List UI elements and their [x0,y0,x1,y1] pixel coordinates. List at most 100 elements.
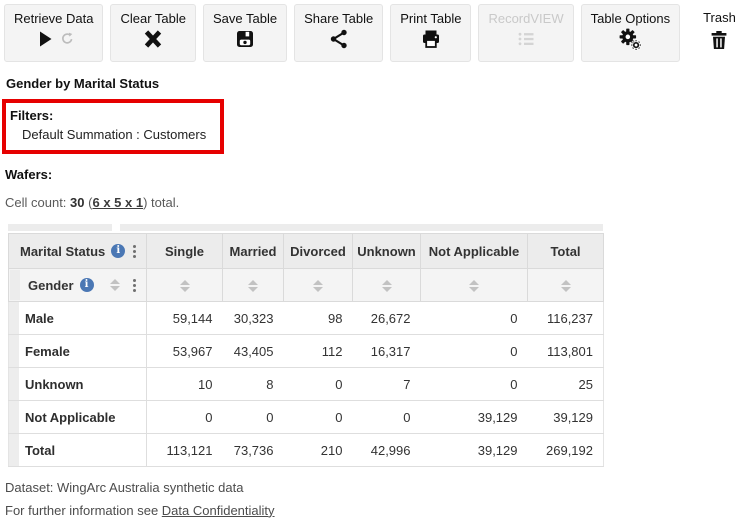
cell-unknown-total: 25 [527,367,604,401]
cell-unknown-single: 10 [146,367,223,401]
cell-unknown-divorced: 0 [283,367,353,401]
retrieve-data-button[interactable]: Retrieve Data [4,4,104,62]
toolbar: Retrieve Data Clear Table Save Table Sha… [0,0,741,62]
cell-total-not-applicable: 39,129 [420,433,528,467]
row-label: Male [25,310,54,326]
cell-female-single: 53,967 [146,334,223,368]
table-row-total: Total 113,121 73,736 210 42,996 39,129 2… [8,433,604,467]
save-table-label: Save Table [213,11,278,26]
dataset-note: Dataset: WingArc Australia synthetic dat… [5,480,244,495]
share-table-button[interactable]: Share Table [294,4,384,62]
filters-value: Default Summation : Customers [22,127,207,142]
trash-label: Trash [703,10,736,25]
trash-button[interactable]: Trash [699,4,740,62]
cell-female-married: 43,405 [222,334,284,368]
table-row-female: Female 53,967 43,405 112 16,317 0 113,80… [8,334,604,368]
sort-married[interactable] [248,280,258,293]
clear-table-label: Clear Table [120,11,187,26]
cell-count-value: 30 [70,195,85,210]
print-table-label: Print Table [400,11,462,26]
cell-male-unknown: 26,672 [352,301,421,335]
share-table-label: Share Table [304,11,374,26]
row-label: Female [25,343,70,359]
cell-na-total: 39,129 [527,400,604,434]
recordview-button: RecordVIEW [478,4,574,62]
row-dimension-title: Gender [28,277,74,293]
table-row-unknown: Unknown 10 8 0 7 0 25 [8,367,604,401]
footer: Dataset: WingArc Australia synthetic dat… [5,477,741,523]
data-confidentiality-link[interactable]: Data Confidentiality [162,503,275,518]
gender-sort-control[interactable] [110,279,120,291]
filters-highlight-box: Filters: Default Summation : Customers [2,99,225,154]
column-header-total: Total [527,233,604,269]
cell-male-divorced: 98 [283,301,353,335]
column-header-unknown: Unknown [352,233,421,269]
col-dimension-title: Marital Status [20,243,106,259]
clear-table-button[interactable]: Clear Table [110,4,197,62]
sort-total[interactable] [560,280,571,293]
cell-female-not-applicable: 0 [420,334,528,368]
gears-icon [617,26,643,55]
retrieve-data-label: Retrieve Data [14,11,94,26]
gender-info-icon[interactable] [79,278,94,292]
share-icon [327,27,351,54]
sort-not-applicable[interactable] [469,280,479,293]
cell-dimensions-link[interactable]: 6 x 5 x 1 [92,195,143,210]
table-options-button[interactable]: Table Options [580,4,681,62]
save-floppy-icon [233,27,257,54]
cell-male-total: 116,237 [527,301,604,335]
cell-unknown-not-applicable: 0 [420,367,528,401]
table-options-label: Table Options [590,11,671,26]
column-header-not-applicable: Not Applicable [420,233,528,269]
cell-male-married: 30,323 [222,301,284,335]
clear-x-icon [141,27,165,54]
cell-total-divorced: 210 [283,433,353,467]
column-header-married: Married [222,233,284,269]
cell-total-single: 113,121 [146,433,223,467]
save-table-button[interactable]: Save Table [203,4,288,62]
column-header-single: Single [146,233,223,269]
cell-na-unknown: 0 [352,400,421,434]
data-table: Marital Status Single Married Divorced U… [8,224,604,467]
cell-na-divorced: 0 [283,400,353,434]
cell-count-suffix: total. [147,195,180,210]
cell-na-married: 0 [222,400,284,434]
row-label: Not Applicable [25,409,116,425]
cell-na-not-applicable: 39,129 [420,400,528,434]
sort-controls-row: Gender [8,268,604,302]
marital-status-menu-icon[interactable] [133,249,136,253]
cell-female-divorced: 112 [283,334,353,368]
record-list-icon [514,27,538,54]
table-top-strip [8,224,603,231]
table-row-not-applicable: Not Applicable 0 0 0 0 39,129 39,129 [8,400,604,434]
print-table-button[interactable]: Print Table [390,4,472,62]
refresh-icon [60,31,75,49]
sort-divorced[interactable] [313,280,323,293]
filters-heading: Filters: [10,108,54,123]
trash-icon [707,28,731,55]
column-dimension-header-row: Marital Status Single Married Divorced U… [8,233,604,269]
cell-total-total: 269,192 [527,433,604,467]
cell-total-married: 73,736 [222,433,284,467]
cell-unknown-unknown: 7 [352,367,421,401]
play-icon [33,27,57,54]
cell-total-unknown: 42,996 [352,433,421,467]
printer-icon [419,27,443,54]
recordview-label: RecordVIEW [488,11,564,26]
table-row-male: Male 59,144 30,323 98 26,672 0 116,237 [8,301,604,335]
gender-menu-icon[interactable] [133,283,136,287]
sort-single[interactable] [179,280,190,293]
cell-female-total: 113,801 [527,334,604,368]
cell-na-single: 0 [146,400,223,434]
confidentiality-note: For further information see Data Confide… [5,502,275,518]
row-label: Unknown [25,376,84,392]
page-title: Gender by Marital Status [6,76,160,91]
column-header-divorced: Divorced [283,233,353,269]
row-label: Total [25,442,56,458]
cell-male-not-applicable: 0 [420,301,528,335]
wafers-heading: Wafers: [5,167,53,182]
sort-unknown[interactable] [381,280,392,293]
cell-male-single: 59,144 [146,301,223,335]
marital-status-info-icon[interactable] [111,244,126,258]
cell-count-line: Cell count: 30 (6 x 5 x 1) total. [5,195,180,210]
